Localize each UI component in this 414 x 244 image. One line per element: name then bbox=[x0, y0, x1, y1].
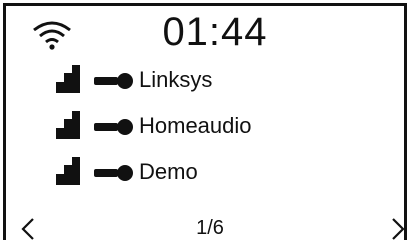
signal-strength-icon bbox=[56, 111, 80, 139]
page-indicator: 1/6 bbox=[196, 217, 224, 239]
signal-strength-icon bbox=[56, 65, 80, 93]
signal-strength-icon bbox=[56, 157, 80, 185]
network-ssid: Demo bbox=[139, 159, 198, 184]
clock-time: 01:44 bbox=[162, 10, 268, 54]
key-icon bbox=[94, 73, 133, 89]
network-item[interactable]: Homeaudio bbox=[56, 109, 376, 143]
network-ssid: Homeaudio bbox=[139, 113, 252, 138]
chevron-right-icon[interactable] bbox=[390, 217, 406, 241]
network-item[interactable]: Demo bbox=[56, 155, 376, 189]
network-ssid: Linksys bbox=[139, 67, 213, 92]
key-icon bbox=[94, 119, 133, 135]
key-icon bbox=[94, 165, 133, 181]
wifi-icon bbox=[33, 21, 71, 50]
network-item[interactable]: Linksys bbox=[56, 63, 376, 97]
chevron-left-icon[interactable] bbox=[20, 217, 36, 241]
wifi-network-list-screen: 01:44 Linksys Homeaudio Demo 1/6 bbox=[0, 0, 414, 244]
